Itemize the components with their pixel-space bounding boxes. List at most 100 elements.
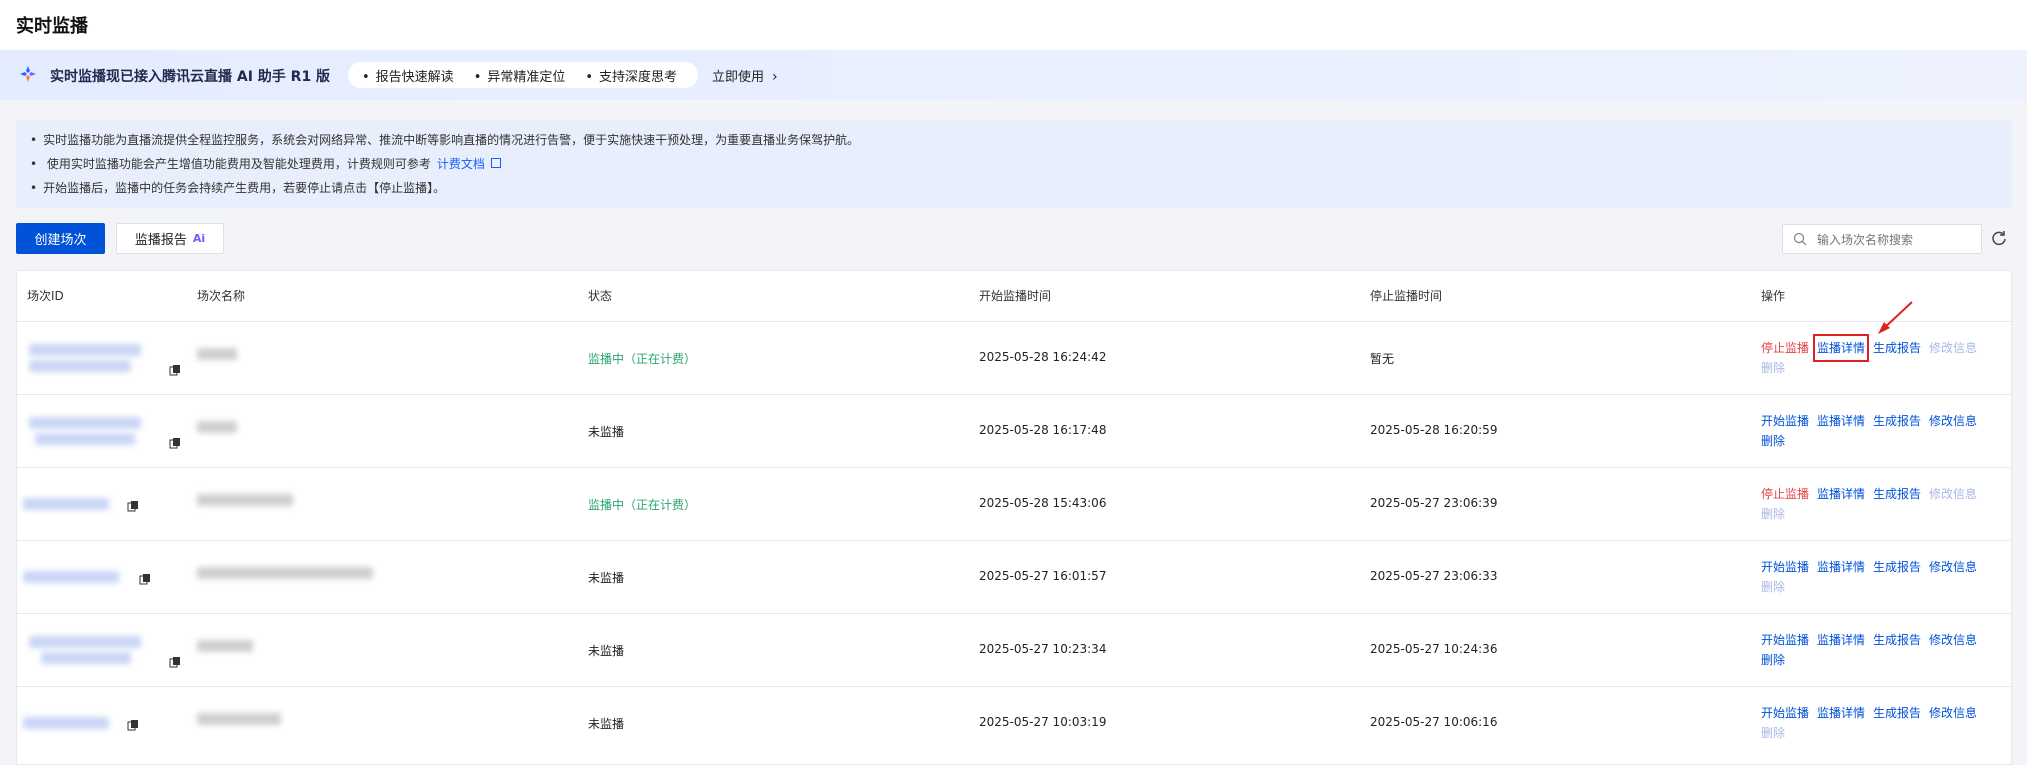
use-now-label: 立即使用 — [712, 70, 765, 85]
start-time: 2025-05-27 16:01:57 — [979, 569, 1107, 583]
table-row: 监播中（正在计费） 2025-05-28 16:24:42 暂无 停止监播 监播详… — [17, 321, 2011, 394]
monitor-report-button[interactable]: 监播报告 Ai — [116, 223, 224, 254]
start-time: 2025-05-27 10:23:34 — [979, 642, 1107, 656]
refresh-icon[interactable] — [1990, 229, 2008, 247]
edit-info-button[interactable]: 修改信息 — [1929, 630, 1977, 650]
generate-report-button[interactable]: 生成报告 — [1873, 411, 1921, 431]
monitor-report-label: 监播报告 — [134, 233, 187, 248]
ai-assistant-logo-icon — [20, 66, 36, 82]
column-header-stop-time: 停止监播时间 — [1370, 289, 1443, 303]
start-monitor-button[interactable]: 开始监播 — [1761, 630, 1809, 650]
notice-line: 使用实时监播功能会产生增值功能费用及智能处理费用，计费规则可参考计费文档 — [30, 152, 1998, 176]
chevron-right-icon: › — [772, 69, 778, 85]
ai-tag: 支持深度思考 — [585, 66, 677, 85]
monitor-detail-button[interactable]: 监播详情 — [1817, 557, 1865, 577]
session-id-redacted — [23, 561, 169, 593]
search-icon — [1793, 232, 1807, 246]
column-header-actions: 操作 — [1761, 289, 1786, 303]
stop-time: 暂无 — [1370, 352, 1395, 366]
search-box[interactable] — [1782, 224, 1982, 254]
edit-info-button[interactable]: 修改信息 — [1929, 557, 1977, 577]
start-monitor-button[interactable]: 开始监播 — [1761, 557, 1809, 577]
row-actions: 停止监播 监播详情 生成报告 修改信息 删除 — [1761, 484, 2001, 524]
start-time: 2025-05-28 16:17:48 — [979, 423, 1107, 437]
page-title: 实时监播 — [16, 16, 88, 37]
delete-button[interactable]: 删除 — [1761, 431, 1785, 451]
table-row: 监播中（正在计费） 2025-05-28 15:43:06 2025-05-27… — [17, 467, 2011, 540]
row-actions: 开始监播 监播详情 生成报告 修改信息删除 — [1761, 630, 2001, 670]
monitor-detail-button[interactable]: 监播详情 — [1817, 703, 1865, 723]
column-header-start-time: 开始监播时间 — [979, 289, 1052, 303]
row-actions: 开始监播 监播详情 生成报告 修改信息删除 — [1761, 411, 2001, 451]
stop-monitor-button[interactable]: 停止监播 — [1761, 484, 1809, 504]
monitor-detail-button[interactable]: 监播详情 — [1813, 334, 1870, 362]
monitor-detail-button[interactable]: 监播详情 — [1817, 411, 1865, 431]
session-id-redacted — [29, 634, 180, 668]
generate-report-button[interactable]: 生成报告 — [1873, 557, 1921, 577]
session-id-redacted — [29, 342, 180, 376]
session-table: 场次ID 场次名称 状态 开始监播时间 停止监播时间 操作 监播中（正在计费） … — [16, 270, 2012, 765]
generate-report-button[interactable]: 生成报告 — [1873, 484, 1921, 504]
status-text: 监播中（正在计费） — [588, 498, 697, 512]
status-text: 未监播 — [588, 644, 625, 658]
session-id-redacted — [23, 488, 169, 520]
column-header-id: 场次ID — [27, 289, 64, 303]
delete-button: 删除 — [1761, 361, 1786, 375]
notice-line: 开始监播后，监播中的任务会持续产生费用，若要停止请点击【停止监播】。 — [30, 176, 1998, 200]
generate-report-button[interactable]: 生成报告 — [1873, 703, 1921, 723]
monitor-detail-button[interactable]: 监播详情 — [1817, 484, 1865, 504]
table-row: 未监播 2025-05-27 16:01:57 2025-05-27 23:06… — [17, 540, 2011, 613]
row-actions: 开始监播 监播详情 生成报告 修改信息删除 — [1761, 557, 2001, 597]
status-text: 未监播 — [588, 571, 625, 585]
ai-banner-tags: 报告快速解读 异常精准定位 支持深度思考 — [348, 62, 698, 88]
ai-banner-title: 实时监播现已接入腾讯云直播 AI 助手 R1 版 — [50, 69, 331, 85]
start-monitor-button[interactable]: 开始监播 — [1761, 703, 1809, 723]
start-monitor-button[interactable]: 开始监播 — [1761, 411, 1809, 431]
generate-report-button[interactable]: 生成报告 — [1873, 630, 1921, 650]
stop-monitor-button[interactable]: 停止监播 — [1761, 338, 1809, 358]
edit-info-button: 修改信息 — [1929, 487, 1978, 501]
ai-assistant-banner: 实时监播现已接入腾讯云直播 AI 助手 R1 版 报告快速解读 异常精准定位 支… — [0, 50, 2027, 100]
table-row: 未监播 2025-05-27 10:03:19 2025-05-27 10:06… — [17, 686, 2011, 759]
ai-badge-icon: Ai — [192, 232, 206, 245]
status-text: 未监播 — [588, 425, 625, 439]
billing-doc-link[interactable]: 计费文档 — [437, 157, 485, 171]
copy-icon[interactable] — [127, 500, 139, 512]
annotation-arrow-icon — [1878, 301, 1913, 334]
stop-time: 2025-05-27 10:24:36 — [1370, 642, 1498, 656]
generate-report-button[interactable]: 生成报告 — [1873, 338, 1921, 358]
column-header-status: 状态 — [588, 289, 613, 303]
start-time: 2025-05-27 10:03:19 — [979, 715, 1107, 729]
edit-info-button[interactable]: 修改信息 — [1929, 703, 1977, 723]
row-actions: 开始监播 监播详情 生成报告 修改信息删除 — [1761, 703, 2001, 743]
status-text: 监播中（正在计费） — [588, 352, 697, 366]
stop-time: 2025-05-27 23:06:39 — [1370, 496, 1498, 510]
start-time: 2025-05-28 15:43:06 — [979, 496, 1107, 510]
session-id-redacted — [23, 707, 169, 739]
copy-icon[interactable] — [169, 437, 181, 449]
copy-icon[interactable] — [169, 364, 181, 376]
external-link-icon — [490, 158, 501, 168]
delete-button[interactable]: 删除 — [1761, 650, 1785, 670]
use-now-link[interactable]: 立即使用 › — [712, 66, 778, 85]
row-actions: 停止监播 监播详情 生成报告 修改信息删除 — [1761, 334, 2001, 378]
create-session-button[interactable]: 创建场次 — [16, 223, 105, 254]
monitor-detail-button[interactable]: 监播详情 — [1817, 630, 1865, 650]
copy-icon[interactable] — [127, 719, 139, 731]
delete-button: 删除 — [1761, 726, 1786, 740]
stop-time: 2025-05-28 16:20:59 — [1370, 423, 1498, 437]
table-row: 未监播 2025-05-27 10:23:34 2025-05-27 10:24… — [17, 613, 2011, 686]
edit-info-button[interactable]: 修改信息 — [1929, 411, 1977, 431]
search-input[interactable] — [1815, 229, 1979, 251]
copy-icon[interactable] — [139, 573, 151, 585]
table-row: 未监播 2025-05-28 16:17:48 2025-05-28 16:20… — [17, 394, 2011, 467]
start-time: 2025-05-28 16:24:42 — [979, 350, 1107, 364]
edit-info-button: 修改信息 — [1929, 341, 1978, 355]
ai-tag: 异常精准定位 — [474, 66, 565, 85]
info-notice: 实时监播功能为直播流提供全程监控服务，系统会对网络异常、推流中断等影响直播的情况… — [16, 120, 2012, 208]
notice-line: 实时监播功能为直播流提供全程监控服务，系统会对网络异常、推流中断等影响直播的情况… — [30, 128, 1998, 152]
stop-time: 2025-05-27 23:06:33 — [1370, 569, 1498, 583]
delete-button: 删除 — [1761, 580, 1786, 594]
copy-icon[interactable] — [169, 656, 181, 668]
top-bar: 实时监播 — [0, 0, 2027, 51]
